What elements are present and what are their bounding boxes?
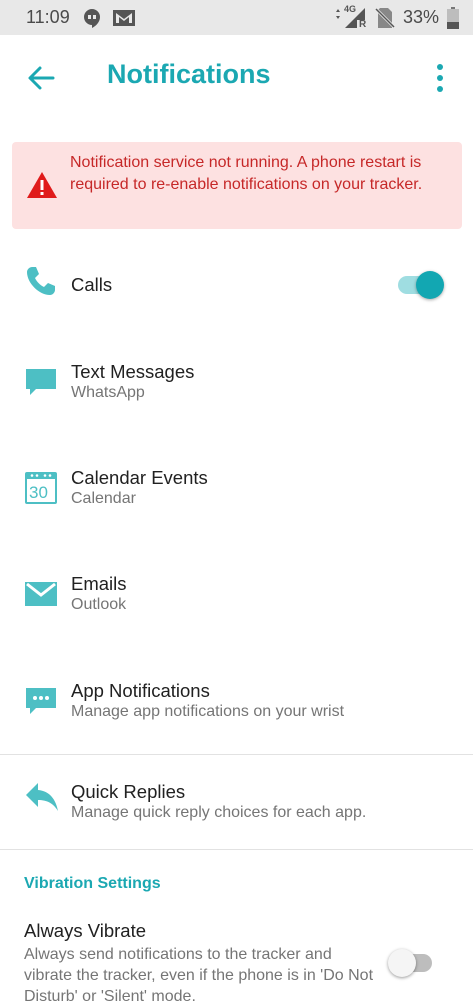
roaming-indicator: R <box>358 18 367 30</box>
setting-label: Emails <box>71 573 127 594</box>
setting-label: Calendar Events <box>71 467 208 488</box>
status-time: 11:09 <box>26 7 70 27</box>
setting-label: Calls <box>71 274 113 295</box>
setting-subtitle: Calendar <box>71 490 136 507</box>
app-bar: Notifications <box>0 35 473 119</box>
more-vert-icon[interactable] <box>432 63 448 93</box>
phone-icon <box>24 264 58 298</box>
vibration-settings-header: Vibration Settings <box>24 875 161 892</box>
toggle-thumb <box>388 949 416 977</box>
setting-calendar-events[interactable]: 30 Calendar Events Calendar <box>0 461 473 521</box>
setting-quick-replies[interactable]: Quick Replies Manage quick reply choices… <box>0 775 473 835</box>
no-sim-icon <box>374 7 395 29</box>
page-title: Notifications <box>107 59 271 89</box>
notification-service-alert: Notification service not running. A phon… <box>12 142 462 229</box>
setting-calls[interactable]: Calls <box>0 255 473 315</box>
battery-icon <box>447 6 459 29</box>
calendar-icon-day: 30 <box>29 483 48 502</box>
always-vibrate-toggle[interactable] <box>388 949 438 977</box>
arrow-back-icon[interactable] <box>26 63 56 93</box>
setting-emails[interactable]: Emails Outlook <box>0 567 473 627</box>
always-vibrate-description: Always send notifications to the tracker… <box>24 946 374 1005</box>
calendar-icon: 30 <box>24 471 58 505</box>
divider <box>0 754 473 755</box>
gmail-icon <box>112 9 136 27</box>
setting-text-messages[interactable]: Text Messages WhatsApp <box>0 355 473 415</box>
hangouts-icon <box>82 8 102 28</box>
setting-subtitle: Manage quick reply choices for each app. <box>71 804 367 821</box>
reply-icon <box>24 779 58 813</box>
setting-label: Text Messages <box>71 361 195 382</box>
divider <box>0 849 473 850</box>
battery-percent: 33% <box>402 7 439 27</box>
setting-subtitle: Manage app notifications on your wrist <box>71 703 345 720</box>
calls-toggle[interactable] <box>398 271 444 299</box>
signal-icon: 4G R <box>333 3 367 30</box>
setting-label: Quick Replies <box>71 781 186 802</box>
toggle-thumb <box>416 271 444 299</box>
setting-subtitle: Outlook <box>71 596 127 613</box>
warning-icon <box>26 170 58 200</box>
app-notification-icon <box>24 684 58 718</box>
setting-app-notifications[interactable]: App Notifications Manage app notificatio… <box>0 674 473 734</box>
status-bar: 11:09 4G R 33% <box>0 0 473 35</box>
setting-subtitle: WhatsApp <box>71 384 145 401</box>
always-vibrate-title: Always Vibrate <box>24 920 147 941</box>
email-icon <box>24 577 58 611</box>
setting-label: App Notifications <box>71 680 210 701</box>
alert-message: Notification service not running. A phon… <box>70 154 423 193</box>
message-icon <box>24 365 58 399</box>
status-right: 4G R 33% <box>333 3 459 30</box>
network-type: 4G <box>343 3 356 14</box>
